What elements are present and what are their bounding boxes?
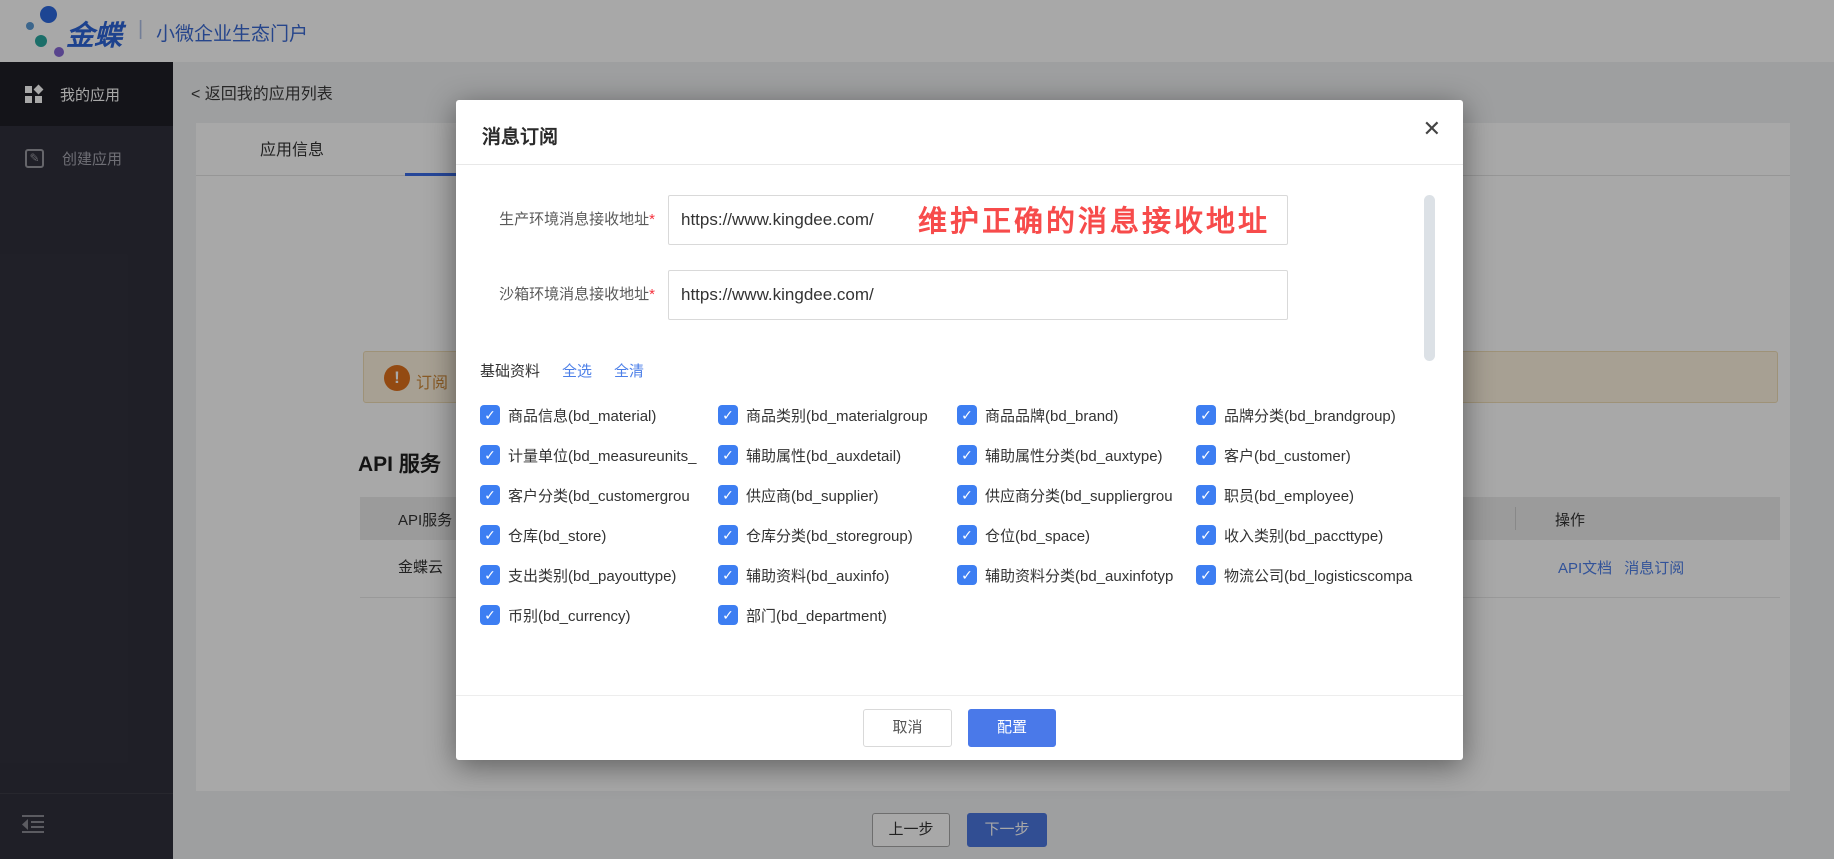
checkbox-checked-icon[interactable]: ✓ (957, 525, 977, 545)
subscription-checkbox-item: ✓ 支出类别(bd_payouttype) (480, 555, 718, 595)
checkbox-checked-icon[interactable]: ✓ (1196, 405, 1216, 425)
checkbox-checked-icon[interactable]: ✓ (718, 605, 738, 625)
checkbox-label: 币别(bd_currency) (508, 605, 631, 626)
subscription-checkbox-item: ✓ 仓库分类(bd_storegroup) (718, 515, 957, 555)
subscription-checkbox-item: ✓ 客户(bd_customer) (1196, 435, 1456, 475)
subscription-checkbox-item: ✓ 商品类别(bd_materialgroup (718, 395, 957, 435)
checkbox-label: 辅助属性分类(bd_auxtype) (985, 445, 1163, 466)
screen: 金蝶 | 小微企业生态门户 我的应用 ✎ 创建应用 (0, 0, 1834, 859)
required-mark: * (649, 286, 655, 303)
close-icon[interactable]: ✕ (1423, 116, 1441, 142)
modal-header-divider (456, 164, 1463, 165)
checkbox-checked-icon[interactable]: ✓ (480, 405, 500, 425)
checkbox-label: 供应商(bd_supplier) (746, 485, 879, 506)
checkbox-label: 商品信息(bd_material) (508, 405, 656, 426)
subscription-checkbox-item: ✓ 辅助属性分类(bd_auxtype) (957, 435, 1196, 475)
checkbox-label: 供应商分类(bd_suppliergrou (985, 485, 1173, 506)
checkbox-checked-icon[interactable]: ✓ (1196, 525, 1216, 545)
checkbox-checked-icon[interactable]: ✓ (718, 405, 738, 425)
clear-all-link[interactable]: 全清 (614, 360, 644, 381)
checkbox-label: 客户(bd_customer) (1224, 445, 1351, 466)
checkbox-label: 辅助资料(bd_auxinfo) (746, 565, 889, 586)
checkbox-checked-icon[interactable]: ✓ (957, 565, 977, 585)
subscription-checkbox-item: ✓ 辅助属性(bd_auxdetail) (718, 435, 957, 475)
checkbox-label: 物流公司(bd_logisticscompa (1224, 565, 1412, 586)
base-data-group-row: 基础资料 全选 全清 (480, 360, 644, 381)
checkbox-label: 品牌分类(bd_brandgroup) (1224, 405, 1396, 426)
modal-scrollbar-thumb[interactable] (1424, 195, 1435, 361)
sandbox-url-label: 沙箱环境消息接收地址* (456, 270, 655, 320)
subscription-checkbox-item: ✓ 仓位(bd_space) (957, 515, 1196, 555)
checkbox-label: 计量单位(bd_measureunits_ (508, 445, 696, 466)
subscription-checkbox-item: ✓ 计量单位(bd_measureunits_ (480, 435, 718, 475)
checkbox-label: 部门(bd_department) (746, 605, 887, 626)
checkbox-label: 仓库(bd_store) (508, 525, 606, 546)
subscription-checkbox-item: ✓ 辅助资料(bd_auxinfo) (718, 555, 957, 595)
message-subscription-modal: 消息订阅 ✕ 生产环境消息接收地址* 维护正确的消息接收地址 沙箱环境消息接收地… (456, 100, 1463, 760)
checkbox-checked-icon[interactable]: ✓ (480, 445, 500, 465)
prod-url-label: 生产环境消息接收地址* (456, 195, 655, 245)
checkbox-label: 商品品牌(bd_brand) (985, 405, 1118, 426)
checkbox-checked-icon[interactable]: ✓ (480, 525, 500, 545)
checkbox-checked-icon[interactable]: ✓ (718, 525, 738, 545)
checkbox-checked-icon[interactable]: ✓ (1196, 565, 1216, 585)
red-annotation-text: 维护正确的消息接收地址 (918, 198, 1270, 240)
checkbox-checked-icon[interactable]: ✓ (480, 605, 500, 625)
checkbox-label: 仓库分类(bd_storegroup) (746, 525, 913, 546)
subscription-checkbox-item: ✓ 商品信息(bd_material) (480, 395, 718, 435)
checkbox-label: 商品类别(bd_materialgroup (746, 405, 928, 426)
subscription-checkbox-item: ✓ 客户分类(bd_customergrou (480, 475, 718, 515)
subscription-grid: ✓ 商品信息(bd_material) ✓ 商品类别(bd_materialgr… (480, 395, 1456, 635)
checkbox-checked-icon[interactable]: ✓ (718, 565, 738, 585)
subscription-checkbox-item: ✓ 收入类别(bd_paccttype) (1196, 515, 1456, 555)
checkbox-checked-icon[interactable]: ✓ (718, 485, 738, 505)
modal-title: 消息订阅 (482, 122, 558, 149)
confirm-button[interactable]: 配置 (968, 709, 1056, 747)
checkbox-checked-icon[interactable]: ✓ (1196, 445, 1216, 465)
select-all-link[interactable]: 全选 (562, 360, 592, 381)
checkbox-checked-icon[interactable]: ✓ (957, 485, 977, 505)
checkbox-label: 辅助属性(bd_auxdetail) (746, 445, 901, 466)
checkbox-checked-icon[interactable]: ✓ (957, 405, 977, 425)
sandbox-url-input[interactable] (668, 270, 1288, 320)
subscription-checkbox-item: ✓ 仓库(bd_store) (480, 515, 718, 555)
group-title: 基础资料 (480, 360, 540, 381)
subscription-checkbox-item: ✓ 品牌分类(bd_brandgroup) (1196, 395, 1456, 435)
checkbox-label: 客户分类(bd_customergrou (508, 485, 690, 506)
subscription-checkbox-item: ✓ 供应商(bd_supplier) (718, 475, 957, 515)
subscription-checkbox-item: ✓ 供应商分类(bd_suppliergrou (957, 475, 1196, 515)
checkbox-checked-icon[interactable]: ✓ (957, 445, 977, 465)
subscription-checkbox-item: ✓ 币别(bd_currency) (480, 595, 718, 635)
subscription-checkbox-item: ✓ 辅助资料分类(bd_auxinfotyp (957, 555, 1196, 595)
checkbox-checked-icon[interactable]: ✓ (1196, 485, 1216, 505)
checkbox-checked-icon[interactable]: ✓ (480, 485, 500, 505)
cancel-button[interactable]: 取消 (863, 709, 952, 747)
checkbox-label: 辅助资料分类(bd_auxinfotyp (985, 565, 1173, 586)
required-mark: * (649, 211, 655, 228)
checkbox-checked-icon[interactable]: ✓ (480, 565, 500, 585)
subscription-checkbox-item: ✓ 物流公司(bd_logisticscompa (1196, 555, 1456, 595)
subscription-checkbox-item: ✓ 职员(bd_employee) (1196, 475, 1456, 515)
checkbox-label: 支出类别(bd_payouttype) (508, 565, 676, 586)
checkbox-label: 收入类别(bd_paccttype) (1224, 525, 1383, 546)
checkbox-checked-icon[interactable]: ✓ (718, 445, 738, 465)
subscription-checkbox-item: ✓ 商品品牌(bd_brand) (957, 395, 1196, 435)
checkbox-label: 职员(bd_employee) (1224, 485, 1354, 506)
modal-footer: 取消 配置 (456, 695, 1463, 760)
subscription-checkbox-item: ✓ 部门(bd_department) (718, 595, 957, 635)
checkbox-label: 仓位(bd_space) (985, 525, 1090, 546)
